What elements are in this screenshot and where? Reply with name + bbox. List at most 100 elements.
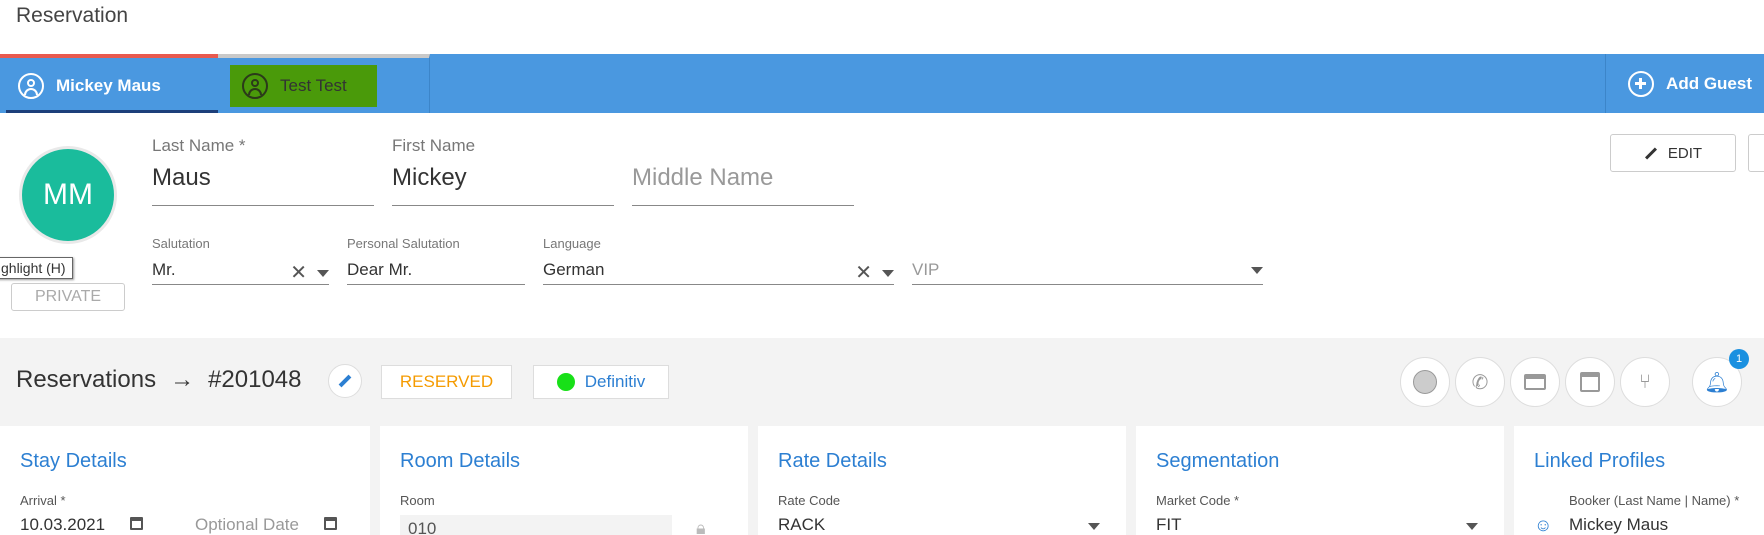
page-title: Reservation (16, 4, 129, 27)
room-input[interactable]: 010 (400, 515, 672, 535)
more-button[interactable] (1748, 134, 1764, 172)
add-guest-button[interactable]: Add Guest (1605, 54, 1752, 113)
edit-reservation-button[interactable] (328, 364, 362, 398)
card-title: Stay Details (20, 450, 127, 472)
reservations-title: Reservations (16, 366, 157, 393)
vip-placeholder: VIP (912, 259, 940, 279)
market-code-select[interactable]: FIT (1156, 515, 1182, 535)
personal-salutation-field[interactable]: Personal Salutation Dear Mr. (347, 236, 525, 285)
guest-tab-test-test[interactable]: Test Test (218, 54, 430, 113)
calendar-icon[interactable] (323, 517, 337, 530)
dropdown-caret-icon[interactable] (882, 269, 894, 277)
segmentation-card: Segmentation Market Code * FIT (1136, 426, 1504, 535)
stay-details-card: Stay Details Arrival * 10.03.2021 Option… (0, 426, 370, 535)
split-button[interactable]: ⑂ (1620, 357, 1670, 407)
type-badge[interactable]: Definitiv (533, 365, 669, 399)
room-label: Room (400, 493, 435, 508)
first-name-field[interactable]: First Name Mickey (392, 136, 614, 206)
add-circle-icon (1628, 70, 1655, 97)
vip-select[interactable]: VIP (912, 255, 1263, 285)
rate-code-select[interactable]: RACK (778, 515, 825, 535)
edit-button[interactable]: EDIT (1610, 134, 1736, 172)
status-badge: RESERVED (381, 365, 512, 399)
first-name-input[interactable]: Mickey (392, 164, 614, 206)
language-field[interactable]: Language German ✕ (543, 236, 894, 285)
lock-icon: 🔒︎ (696, 518, 706, 535)
private-button[interactable]: PRIVATE (11, 283, 125, 311)
clear-icon[interactable]: ✕ (290, 263, 307, 283)
credit-card-icon (1524, 374, 1546, 390)
linked-profiles-card: Linked Profiles Booker (Last Name | Name… (1514, 426, 1764, 535)
dropdown-caret-icon[interactable] (317, 269, 329, 277)
personal-salutation-input[interactable]: Dear Mr. (347, 255, 525, 285)
reservation-number: #201048 (208, 366, 302, 393)
user-circle-icon (18, 72, 44, 99)
card-title: Segmentation (1156, 450, 1280, 472)
language-label: Language (543, 236, 601, 251)
guest-tab-label: Mickey Maus (56, 75, 161, 95)
avatar: MM (22, 149, 114, 241)
last-name-label: Last Name * (152, 136, 246, 155)
edit-label: EDIT (1667, 144, 1703, 162)
salutation-value: Mr. (152, 259, 176, 279)
arrival-input[interactable]: 10.03.2021 (20, 515, 143, 535)
phone-icon: ✆ (1471, 371, 1489, 394)
edit-pencil-icon (338, 374, 352, 388)
phone-button[interactable]: ✆ (1455, 357, 1505, 407)
dropdown-caret-icon[interactable] (1251, 267, 1263, 274)
last-name-input[interactable]: Maus (152, 164, 374, 206)
last-name-field[interactable]: Last Name * Maus (152, 136, 374, 206)
card-title: Linked Profiles (1534, 450, 1666, 472)
salutation-field[interactable]: Salutation Mr. ✕ (152, 236, 329, 285)
salutation-select[interactable]: Mr. ✕ (152, 255, 329, 285)
language-select[interactable]: German ✕ (543, 255, 894, 285)
guest-profile-section: MM ghlight (H) PRIVATE Last Name * Maus … (0, 113, 1764, 338)
dropdown-caret-icon[interactable] (1466, 523, 1478, 530)
edit-pencil-icon (1644, 146, 1657, 160)
middle-name-field[interactable]: . Middle Name (632, 136, 854, 206)
payment-button[interactable] (1510, 357, 1560, 407)
user-circle-icon (242, 73, 268, 99)
arrival-label: Arrival * (20, 493, 66, 508)
status-dot-icon (556, 373, 575, 391)
guest-tab-mickey-maus[interactable]: Mickey Maus (0, 54, 218, 113)
market-code-label: Market Code * (1156, 493, 1240, 508)
guest-tab-bar: Mickey Maus Test Test Add Guest (0, 54, 1764, 113)
personal-salutation-label: Personal Salutation (347, 236, 460, 251)
reservation-breadcrumb: Reservations → #201048 (16, 366, 302, 394)
type-label: Definitiv (584, 372, 646, 391)
top-bar: Reservation (0, 0, 1764, 50)
first-name-label: First Name (392, 136, 476, 155)
booker-input[interactable]: Mickey Maus (1569, 515, 1668, 535)
calendar-icon (1580, 372, 1600, 392)
clear-icon[interactable]: ✕ (855, 263, 872, 283)
notification-count-badge: 1 (1729, 349, 1749, 369)
reservation-header: Reservations → #201048 RESERVED Definiti… (0, 338, 1764, 426)
highlighted-tab-content: Test Test (230, 65, 377, 107)
calendar-icon[interactable] (129, 517, 143, 530)
reservation-page: Reservation Mickey Maus Test Test Add Gu… (0, 0, 1764, 535)
rate-code-label: Rate Code (778, 493, 841, 508)
split-icon: ⑂ (1639, 370, 1651, 393)
room-details-card: Room Details Room 010 🔒︎ (380, 426, 748, 535)
tooltip: ghlight (H) (0, 257, 73, 279)
salutation-label: Salutation (152, 236, 210, 251)
vip-field[interactable]: . VIP (912, 236, 1263, 285)
middle-name-input[interactable]: Middle Name (632, 164, 854, 206)
calendar-button[interactable] (1565, 357, 1615, 407)
status-circle-icon (1413, 370, 1437, 394)
card-title: Room Details (400, 450, 521, 472)
reservation-cards: Stay Details Arrival * 10.03.2021 Option… (0, 426, 1764, 535)
bell-icon: 🔔︎ (1704, 371, 1730, 394)
language-value: German (543, 259, 605, 279)
card-title: Rate Details (778, 450, 887, 472)
guest-tab-label: Test Test (280, 76, 347, 95)
rate-details-card: Rate Details Rate Code RACK (758, 426, 1126, 535)
optional-date-input[interactable]: Optional Date (195, 515, 337, 535)
dropdown-caret-icon[interactable] (1088, 523, 1100, 530)
booker-icon: ☺ (1534, 515, 1553, 535)
booker-label: Booker (Last Name | Name) * (1569, 493, 1740, 508)
add-guest-label: Add Guest (1666, 73, 1752, 93)
status-circle-button[interactable] (1400, 357, 1450, 407)
arrow-right-icon: → (170, 366, 195, 393)
